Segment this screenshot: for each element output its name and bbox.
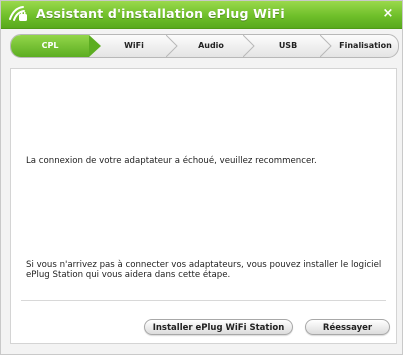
step-separator-icon: [166, 35, 178, 57]
title-bar: Assistant d'installation ePlug WiFi ×: [1, 1, 402, 29]
step-separator-icon: [243, 35, 255, 57]
step-finalisation: Finalisation: [339, 41, 392, 50]
installer-window: Assistant d'installation ePlug WiFi × CP…: [0, 0, 403, 355]
error-message: La connexion de votre adaptateur a échou…: [26, 156, 317, 166]
step-separator-icon: [320, 35, 332, 57]
step-progress-bar: CPL WiFi Audio USB Finalisation: [10, 34, 399, 58]
step-cpl: CPL: [11, 35, 89, 57]
help-message: Si vous n'arrivez pas à connecter vos ad…: [26, 260, 382, 280]
step-audio: Audio: [198, 41, 224, 50]
content-panel: La connexion de votre adaptateur a échou…: [10, 68, 397, 344]
step-wifi: WiFi: [124, 41, 144, 50]
close-button[interactable]: ×: [380, 5, 396, 23]
retry-button[interactable]: Réessayer: [305, 319, 390, 335]
step-separator-icon: [89, 35, 101, 57]
divider: [21, 300, 386, 301]
wifi-plug-icon: [8, 5, 30, 24]
window-title: Assistant d'installation ePlug WiFi: [36, 6, 285, 21]
step-usb: USB: [278, 41, 298, 50]
install-station-button[interactable]: Installer ePlug WiFi Station: [144, 319, 293, 335]
